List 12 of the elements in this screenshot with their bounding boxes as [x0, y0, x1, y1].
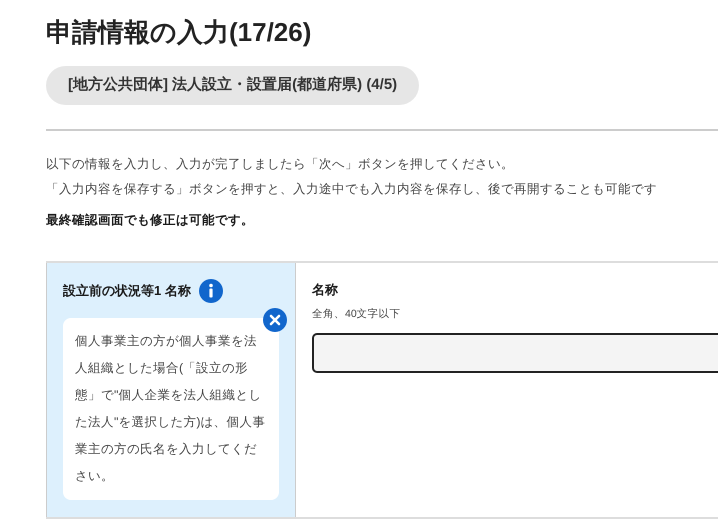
note-text: 最終確認画面でも修正は可能です。: [46, 212, 254, 228]
info-icon[interactable]: [198, 278, 223, 302]
field-label: 設立前の状況等1 名称: [63, 282, 191, 300]
close-icon[interactable]: [263, 308, 287, 332]
field-title: 名称: [312, 280, 338, 298]
input-field[interactable]: [312, 332, 718, 373]
field-hint: 全角、40文字以下: [312, 307, 401, 322]
instruction-text: 以下の情報を入力し、入力が完了しましたら「次へ」ボタンを押してください。: [46, 156, 514, 172]
page-title: 申請情報の入力(17/26): [46, 16, 312, 49]
help-text: 個人事業主の方が個人事業を法人組織とした場合(「設立の形態」で"個人企業を法人組織とした法人"を選択した方)は、個人事業主の方の氏名を入力してください。: [75, 332, 267, 484]
procedure-pill: [地方公共団体] 法人設立・設置届(都道府県) (4/5): [46, 66, 420, 104]
instruction-text: 「入力内容を保存する」ボタンを押すと、入力途中でも入力内容を保存し、後で再開することも可能です: [46, 180, 657, 198]
